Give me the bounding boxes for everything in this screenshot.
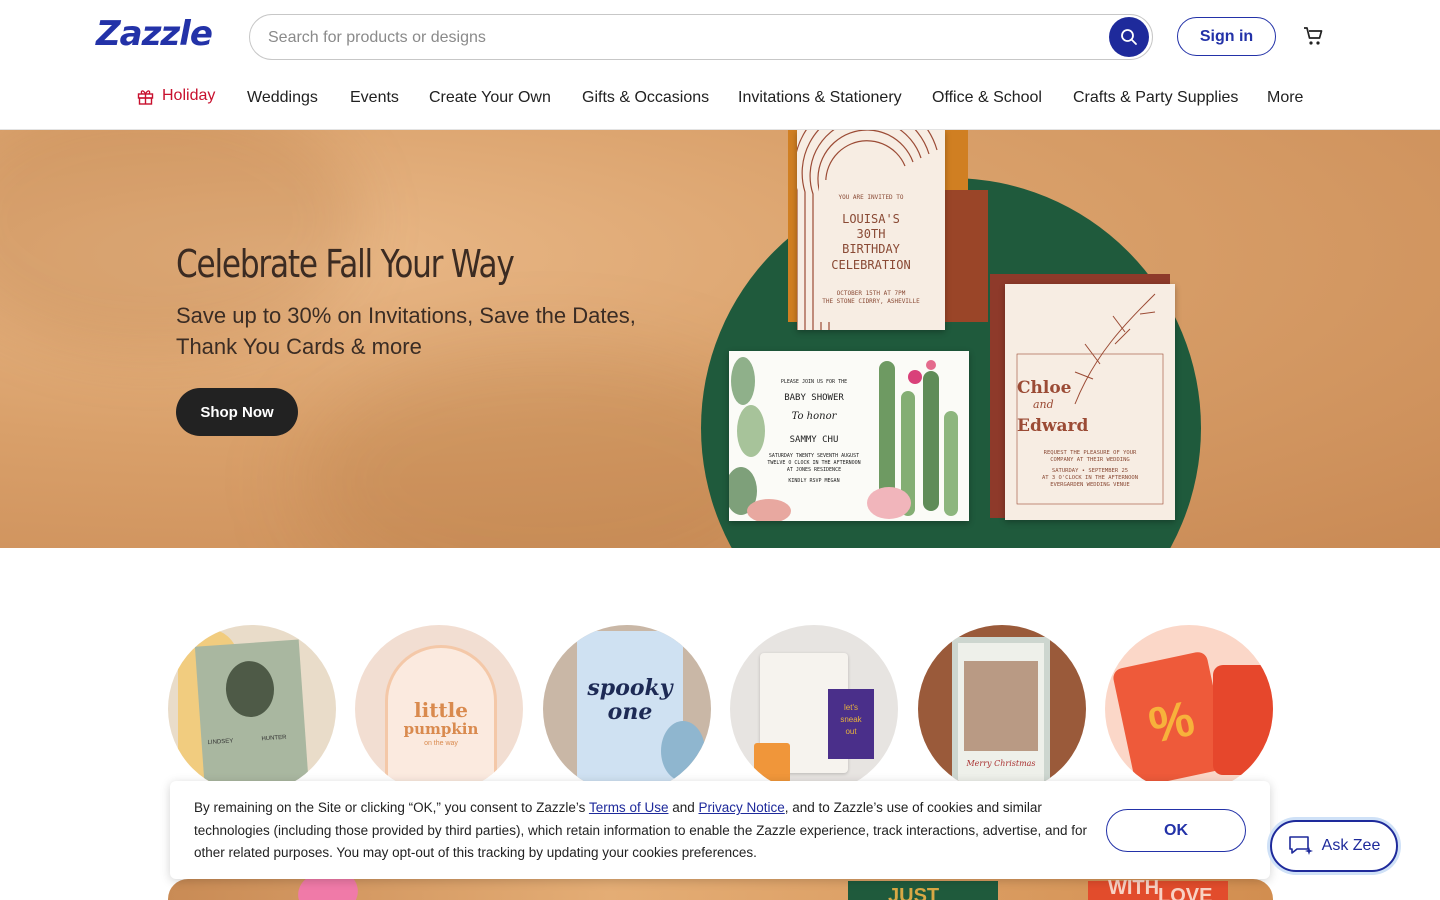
nav-item-office-school[interactable]: Office & School [932,89,1042,107]
nav-label-holiday: Holiday [162,87,216,104]
card-text: AT JONES RESIDENCE [786,467,842,473]
category-tote-bags[interactable]: let's sneak out [730,625,898,793]
card-text: KINDLY RSVP MEGAN [788,478,840,484]
nav-item-create-your-own[interactable]: Create Your Own [429,89,551,107]
card-text: REQUEST THE PLEASURE OF YOUR [1043,450,1137,456]
category-text: % [1144,689,1200,754]
category-christmas-cards[interactable]: Merry Christmas [918,625,1086,793]
terms-of-use-link[interactable]: Terms of Use [589,800,669,815]
search-input[interactable] [268,26,1088,50]
shop-now-button[interactable]: Shop Now [176,388,298,436]
category-text: sneak [840,715,862,724]
ask-zee-label: Ask Zee [1321,837,1381,854]
card-text: THE STONE CIDRRY, ASHEVILLE [822,298,920,305]
category-text: let's [844,703,858,712]
wedding-invitation-card: Chloe and Edward REQUEST THE PLEASURE OF… [1005,284,1175,520]
promo-card: WITH LOVE [1088,879,1228,900]
card-text: Edward [1017,416,1089,436]
chat-sparkle-icon [1288,836,1313,855]
hero-banner[interactable]: Celebrate Fall Your Way Save up to 30% o… [0,130,1440,548]
promo-text: LOVE [1158,885,1213,900]
card-text: YOU ARE INVITED TO [838,194,904,201]
card-text: BABY SHOWER [784,393,844,403]
tree-illustration [224,659,276,719]
card-text: SATURDAY • SEPTEMBER 25 [1051,468,1129,474]
promo-strip[interactable]: JUST WITH LOVE [168,879,1273,900]
cart-icon[interactable] [1302,24,1326,48]
cookie-consent-banner: By remaining on the Site or clicking “OK… [170,781,1270,879]
cookie-consent-text: By remaining on the Site or clicking “OK… [194,797,1094,865]
cookie-text-part: and [668,800,699,815]
category-halloween-birthday[interactable]: spooky one [543,625,711,793]
hero-subtitle: Save up to 30% on Invitations, Save the … [176,303,636,359]
card-text: 30TH [856,227,886,241]
promo-card: JUST [848,881,998,900]
card-text: OCTOBER 15TH AT 7PM [836,290,906,297]
card-text: EVERGARDEN WEDDING VENUE [1050,482,1130,488]
privacy-notice-link[interactable]: Privacy Notice [699,800,785,815]
search-icon [1121,29,1137,45]
category-text: spooky [587,675,673,701]
card-text: Chloe [1017,378,1072,398]
ask-zee-button[interactable]: Ask Zee [1270,820,1398,872]
photo-image [964,661,1038,751]
main-nav: Holiday Weddings Events Create Your Own … [0,72,1440,130]
promo-text: JUST [888,885,940,900]
gift-icon [137,89,154,105]
category-text: little [414,698,468,722]
pumpkin-image [661,721,705,781]
category-image: LINDSEY HUNTER [194,639,310,793]
promo-text: WITH [1108,879,1160,899]
nav-item-events[interactable]: Events [350,89,399,107]
card-text: SATURDAY TWENTY SEVENTH AUGUST [768,453,860,459]
nav-item-crafts-party-supplies[interactable]: Crafts & Party Supplies [1073,89,1238,107]
header: Zazzle Sign in [0,0,1440,72]
hero-title: Celebrate Fall Your Way [176,242,515,286]
card-text: LOUISA'S [842,212,900,226]
category-text: one [607,699,653,725]
search-bar [249,14,1153,60]
category-image: little pumpkin on the way [385,645,497,793]
category-text: pumpkin [403,720,479,738]
category-wedding-invitations[interactable]: LINDSEY HUNTER [168,625,336,793]
search-button[interactable] [1109,17,1149,57]
baby-shower-invitation-card: PLEASE JOIN US FOR THE BABY SHOWER To ho… [729,351,969,521]
card-text: SAMMY CHU [789,435,839,445]
cookie-ok-button[interactable]: OK [1106,809,1246,852]
zazzle-logo[interactable]: Zazzle [96,14,213,54]
category-sale[interactable]: % [1105,625,1273,793]
clock-tag-image [1213,665,1273,775]
card-text: TWELVE O CLOCK IN THE AFTERNOON [767,460,861,466]
cookie-text-part: By remaining on the Site or clicking “OK… [194,800,589,815]
nav-item-holiday[interactable]: Holiday [137,87,215,105]
category-text: HUNTER [261,734,287,743]
card-text: PLEASE JOIN US FOR THE [780,379,848,385]
category-baby-shower[interactable]: little pumpkin on the way [355,625,523,793]
category-text: out [845,727,857,736]
category-text: on the way [424,740,458,747]
promo-card [294,879,362,900]
card-text: CELEBRATION [831,258,911,272]
sign-in-button[interactable]: Sign in [1177,17,1276,56]
nav-item-invitations-stationery[interactable]: Invitations & Stationery [738,89,902,107]
card-text: and [1033,398,1054,411]
nav-item-weddings[interactable]: Weddings [247,89,318,107]
nav-item-more[interactable]: More [1267,89,1303,107]
category-text: LINDSEY [207,738,234,747]
birthday-invitation-card: YOU ARE INVITED TO LOUISA'S 30TH BIRTHDA… [797,130,945,330]
card-text: COMPANY AT THEIR WEDDING [1050,457,1130,463]
mug-image [754,743,790,783]
nav-item-gifts-occasions[interactable]: Gifts & Occasions [582,89,709,107]
card-text: AT 3 O'CLOCK IN THE AFTERNOON [1041,475,1139,481]
category-image: let's sneak out [828,689,874,759]
category-image: Merry Christmas [952,637,1050,787]
category-text: Merry Christmas [966,759,1036,768]
card-text: To honor [791,411,837,422]
card-text: BIRTHDAY [842,242,900,256]
